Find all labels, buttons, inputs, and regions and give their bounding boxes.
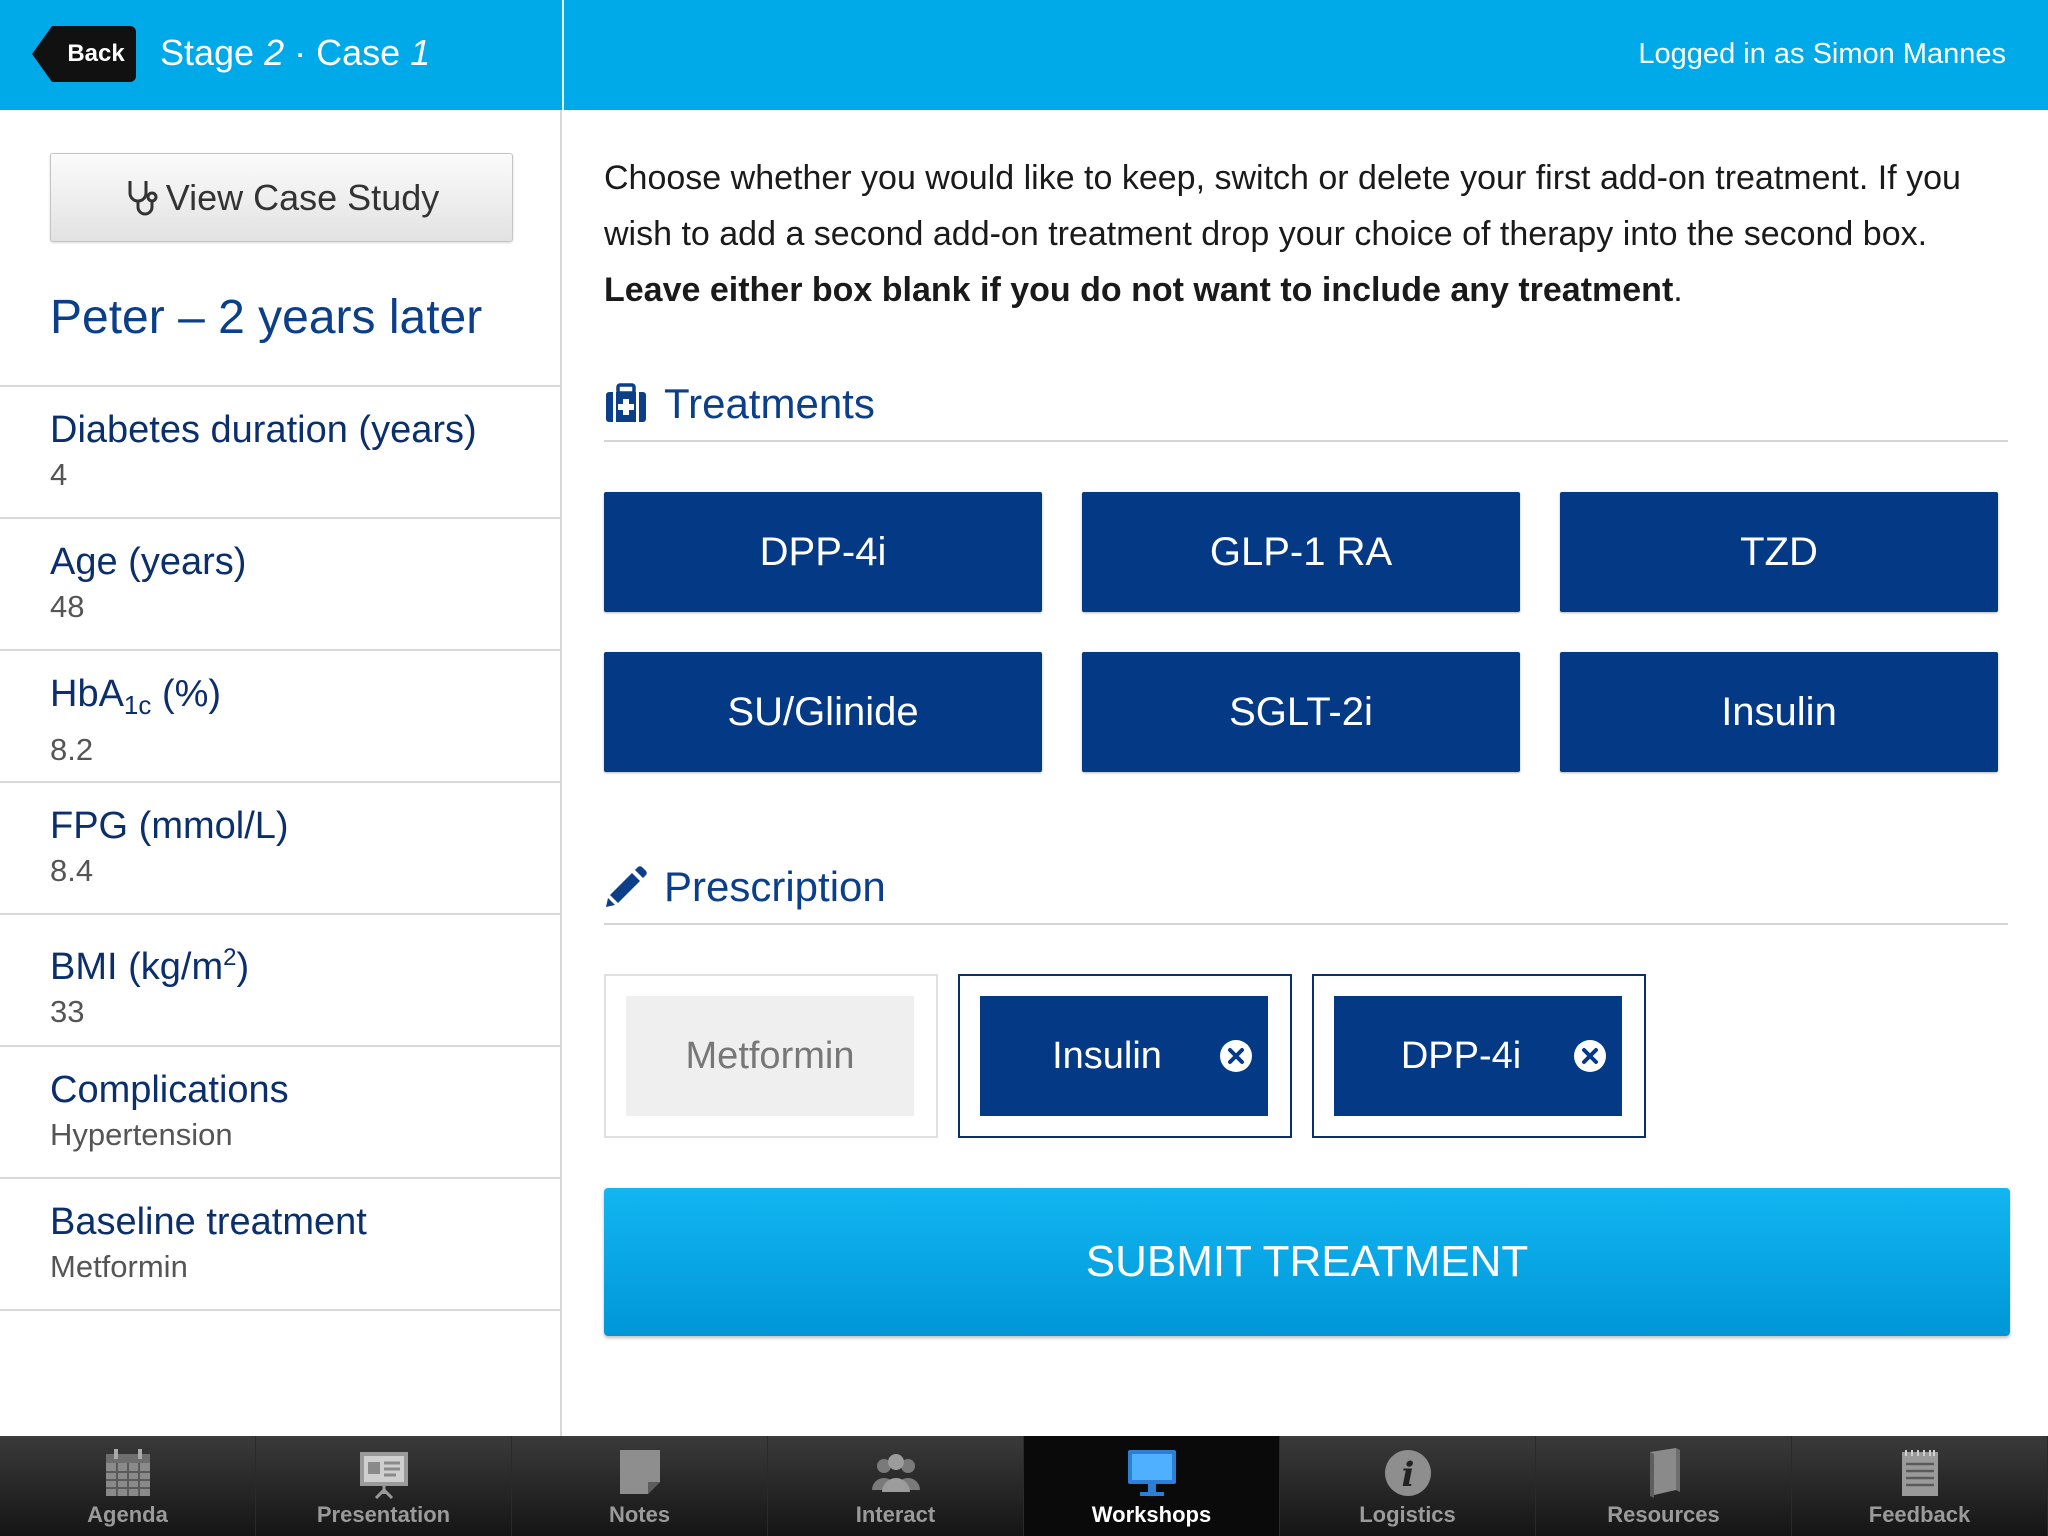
tab-notes[interactable]: Notes	[512, 1436, 768, 1536]
info-item-complications: Complications Hypertension	[0, 1047, 560, 1179]
info-label-pre: HbA	[50, 673, 124, 715]
info-item-diabetes-duration: Diabetes duration (years) 4	[0, 387, 560, 519]
monitor-icon	[1128, 1450, 1176, 1496]
instructions-text: Choose whether you would like to keep, s…	[604, 150, 2004, 318]
tab-label: Resources	[1607, 1502, 1720, 1527]
info-item-hba1c: HbA1c (%) 8.2	[0, 651, 560, 783]
treatments-heading: Treatments	[664, 380, 875, 427]
prescription-slot-baseline: Metformin	[604, 974, 938, 1138]
patient-title: Peter – 2 years later	[50, 291, 483, 344]
info-item-age: Age (years) 48	[0, 519, 560, 651]
tab-logistics[interactable]: i Logistics	[1280, 1436, 1536, 1536]
remove-icon[interactable]	[1572, 1038, 1608, 1074]
title-separator: ·	[294, 32, 307, 73]
calendar-icon	[106, 1449, 150, 1496]
main-content: Choose whether you would like to keep, s…	[564, 110, 2048, 1436]
pencil-icon	[606, 866, 647, 907]
feedback-icon	[1902, 1450, 1938, 1496]
prescription-heading: Prescription	[664, 863, 886, 910]
remove-icon[interactable]	[1218, 1038, 1254, 1074]
tab-label: Agenda	[87, 1502, 168, 1527]
prescription-slot-2[interactable]: DPP-4i	[1312, 974, 1646, 1138]
stage-case-title: Stage 2 · Case 1	[160, 28, 430, 78]
tab-label: Workshops	[1091, 1502, 1212, 1527]
treatment-button-insulin[interactable]: Insulin	[1560, 652, 1998, 772]
view-case-study-label: View Case Study	[165, 176, 440, 218]
tab-label: Logistics	[1359, 1502, 1456, 1527]
prescription-chip[interactable]: Insulin	[980, 996, 1268, 1116]
info-item-bmi: BMI (kg/m2) 33	[0, 915, 560, 1047]
info-value: 8.4	[50, 853, 94, 888]
prescription-chip-label: Insulin	[1052, 1035, 1162, 1077]
info-label-post: (%)	[151, 673, 222, 715]
treatments-section-header: Treatments	[604, 368, 2008, 442]
treatment-button-sglt2i[interactable]: SGLT-2i	[1082, 652, 1520, 772]
treatment-button-glp1ra[interactable]: GLP-1 RA	[1082, 492, 1520, 612]
treatment-button-tzd[interactable]: TZD	[1560, 492, 1998, 612]
info-label: HbA1c (%)	[50, 669, 560, 730]
tab-presentation[interactable]: Presentation	[256, 1436, 512, 1536]
info-value: Hypertension	[50, 1117, 233, 1152]
info-value: 8.2	[50, 732, 94, 767]
tab-interact[interactable]: Interact	[768, 1436, 1024, 1536]
back-button-label: Back	[67, 40, 125, 67]
info-icon: i	[1385, 1450, 1431, 1496]
tab-workshops[interactable]: Workshops	[1024, 1436, 1280, 1536]
stage-number: 2	[264, 32, 285, 73]
info-label-pre: BMI (kg/m	[50, 946, 224, 988]
stethoscope-icon	[128, 180, 158, 215]
submit-treatment-button[interactable]: SUBMIT TREATMENT	[604, 1188, 2010, 1336]
info-value: 48	[50, 589, 85, 624]
treatment-button-su-glinide[interactable]: SU/Glinide	[604, 652, 1042, 772]
info-item-baseline-treatment: Baseline treatment Metformin	[0, 1179, 560, 1311]
info-value: 33	[50, 994, 85, 1029]
back-button[interactable]: Back	[30, 24, 136, 84]
info-label-subscript: 1c	[123, 690, 152, 720]
people-icon	[872, 1454, 920, 1492]
info-label: Baseline treatment	[50, 1201, 367, 1243]
info-label: Complications	[50, 1069, 289, 1111]
instructions-end: .	[1673, 271, 1683, 309]
instructions-plain: Choose whether you would like to keep, s…	[604, 159, 1961, 253]
tab-label: Notes	[608, 1502, 671, 1527]
stage-word: Stage	[160, 32, 255, 73]
book-icon	[1650, 1448, 1680, 1498]
prescription-chip-label: Metformin	[685, 1035, 855, 1077]
info-label-superscript: 2	[223, 944, 237, 971]
info-label: Diabetes duration (years)	[50, 409, 477, 451]
prescription-slot-1[interactable]: Insulin	[958, 974, 1292, 1138]
prescription-section-header: Prescription	[604, 851, 2008, 925]
info-label: FPG (mmol/L)	[50, 805, 289, 847]
info-label-post: )	[236, 946, 250, 988]
view-case-study-button[interactable]: View Case Study	[50, 153, 513, 242]
notes-icon	[620, 1450, 660, 1494]
case-word: Case	[316, 32, 401, 73]
info-item-fpg: FPG (mmol/L) 8.4	[0, 783, 560, 915]
prescription-chip: Metformin	[626, 996, 914, 1116]
info-label: Age (years)	[50, 541, 247, 583]
medical-kit-icon	[606, 383, 646, 422]
treatment-button-dpp4i[interactable]: DPP-4i	[604, 492, 1042, 612]
case-number: 1	[410, 32, 431, 73]
info-value: Metformin	[50, 1249, 188, 1284]
tab-label: Feedback	[1868, 1502, 1971, 1527]
tab-label: Presentation	[316, 1502, 451, 1527]
logged-in-status: Logged in as Simon Mannes	[1638, 38, 2006, 70]
tab-agenda[interactable]: Agenda	[0, 1436, 256, 1536]
tab-bar: Agenda Presentation Notes Interact Works…	[0, 1436, 2048, 1536]
tab-resources[interactable]: Resources	[1536, 1436, 1792, 1536]
presentation-icon	[360, 1452, 408, 1500]
svg-text:i: i	[1402, 1455, 1415, 1495]
instructions-bold: Leave either box blank if you do not wan…	[604, 271, 1674, 309]
tab-label: Interact	[855, 1502, 936, 1527]
top-bar: Back Stage 2 · Case 1 Logged in as Simon…	[0, 0, 2048, 110]
prescription-chip[interactable]: DPP-4i	[1334, 996, 1622, 1116]
prescription-chip-label: DPP-4i	[1400, 1035, 1522, 1077]
patient-info-list: Diabetes duration (years) 4 Age (years) …	[0, 385, 560, 1311]
tab-feedback[interactable]: Feedback	[1792, 1436, 2048, 1536]
header-divider	[562, 0, 564, 110]
info-value: 4	[50, 457, 68, 492]
info-label: BMI (kg/m2)	[50, 933, 560, 992]
sidebar: View Case Study Peter – 2 years later Di…	[0, 110, 562, 1436]
